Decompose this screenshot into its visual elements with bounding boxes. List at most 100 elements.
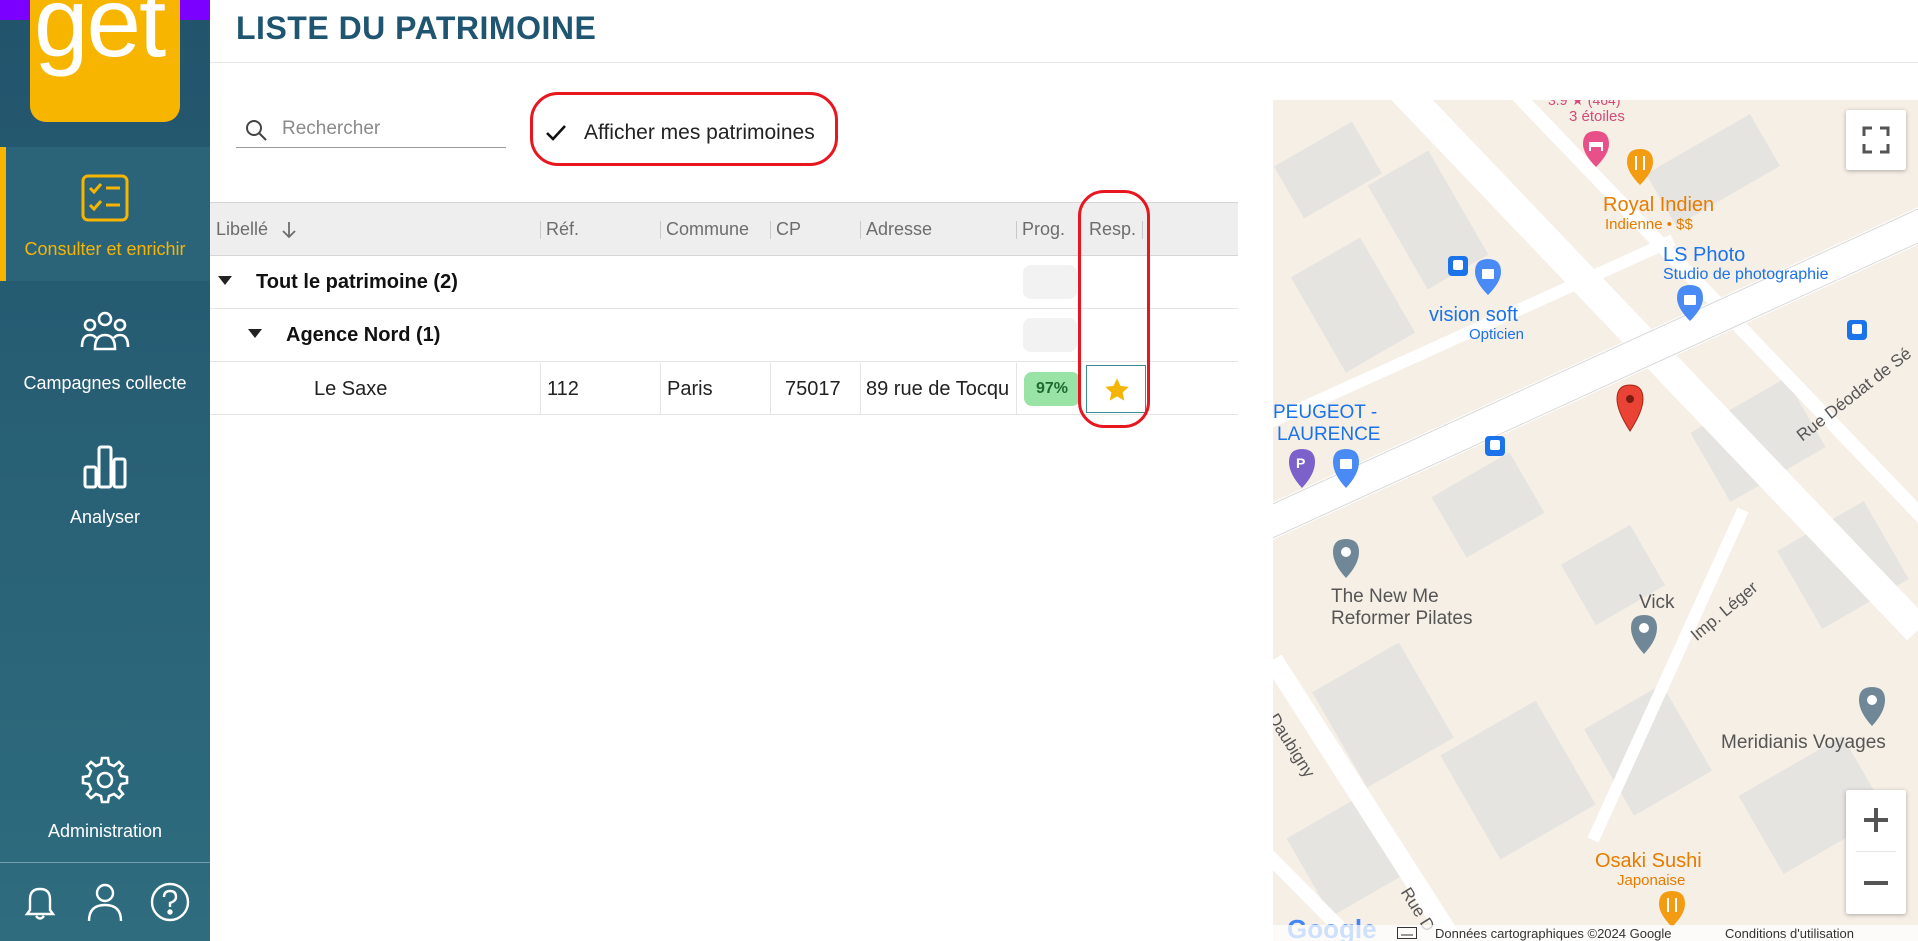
column-separator[interactable]: [1080, 221, 1081, 239]
column-header-ref[interactable]: Réf.: [546, 219, 579, 240]
search-box: [236, 112, 506, 148]
help-icon[interactable]: [148, 880, 192, 924]
sidebar-item-label: Administration: [47, 821, 163, 841]
map-label-ls-photo-sub: Studio de photographie: [1663, 266, 1829, 283]
bus-stop-icon[interactable]: [1485, 436, 1505, 456]
sidebar-item-label: Consulter et enrichir: [24, 239, 186, 259]
column-separator[interactable]: [770, 221, 771, 239]
progress-placeholder: [1023, 318, 1077, 352]
sidebar-item-consulter[interactable]: Consulter et enrichir: [0, 147, 210, 281]
map-label-royal-indien: Royal Indien: [1603, 194, 1715, 216]
sidebar-item-campagnes[interactable]: Campagnes collecte: [0, 281, 210, 415]
my-assets-checkbox[interactable]: Afficher mes patrimoines: [534, 112, 824, 156]
restaurant-pin-icon[interactable]: [1625, 148, 1655, 186]
sidebar: get Consulter et enrichir Campagnes coll…: [0, 0, 210, 941]
column-header-commune[interactable]: Commune: [666, 219, 749, 240]
column-separator[interactable]: [1142, 221, 1143, 239]
map-label-new-me-1: The New Me: [1331, 586, 1439, 607]
map-label-royal-indien-sub: Indienne • $$: [1605, 216, 1693, 233]
shopping-pin-icon[interactable]: [1331, 448, 1361, 490]
bus-stop-icon[interactable]: [1448, 256, 1468, 276]
place-pin-icon[interactable]: [1331, 538, 1361, 580]
sort-ascending-icon[interactable]: [280, 220, 298, 240]
collapse-caret-icon[interactable]: [248, 329, 262, 338]
keyboard-icon[interactable]: [1397, 927, 1417, 939]
sidebar-item-administration[interactable]: Administration: [0, 729, 210, 863]
bell-icon[interactable]: [18, 880, 62, 924]
map-label-peugeot-2: LAURENCE: [1277, 424, 1381, 445]
cell-cp: 75017: [771, 363, 861, 415]
check-icon: [546, 125, 566, 141]
fullscreen-button[interactable]: [1846, 110, 1906, 170]
cell-adresse: 89 rue de Tocqu: [861, 363, 1017, 415]
zoom-in-button[interactable]: [1846, 790, 1906, 851]
map-label-peugeot-1: PEUGEOT -: [1273, 402, 1378, 423]
restaurant-pin-icon[interactable]: [1657, 890, 1687, 928]
parking-pin-icon[interactable]: P: [1287, 448, 1317, 490]
gear-icon: [81, 756, 129, 804]
sidebar-item-analyser[interactable]: Analyser: [0, 415, 210, 549]
column-separator[interactable]: [860, 221, 861, 239]
bus-stop-icon[interactable]: [1847, 320, 1867, 340]
cell-ref: 112: [541, 363, 661, 415]
table-row[interactable]: Le Saxe 112 Paris 75017 89 rue de Tocqu …: [210, 363, 1238, 415]
map-label-hotel-stars: 3 étoiles: [1569, 108, 1625, 125]
map-background: [1273, 100, 1918, 941]
map[interactable]: 3.9 ★ (464) 3 étoiles Royal Indien Indie…: [1273, 100, 1918, 941]
logo-text: get: [34, 0, 166, 77]
star-icon: [1105, 378, 1129, 401]
column-header-prog[interactable]: Prog.: [1022, 219, 1065, 240]
resp-cell[interactable]: [1086, 365, 1146, 413]
column-header-adresse[interactable]: Adresse: [866, 219, 932, 240]
user-icon[interactable]: [83, 880, 127, 924]
column-header-resp[interactable]: Resp.: [1089, 219, 1136, 240]
cell-libelle: Le Saxe: [210, 363, 541, 415]
fullscreen-icon: [1862, 126, 1890, 154]
progress-badge: 97%: [1024, 372, 1080, 406]
map-label-new-me-2: Reformer Pilates: [1331, 608, 1473, 629]
map-label-vick: Vick: [1639, 592, 1675, 613]
zoom-controls: [1846, 790, 1906, 914]
group-label: Tout le patrimoine (2): [256, 271, 458, 293]
map-data-credit[interactable]: Données cartographiques ©2024 Google: [1435, 926, 1672, 941]
map-terms-link[interactable]: Conditions d'utilisation: [1725, 926, 1854, 941]
group-label: Agence Nord (1): [286, 324, 441, 346]
map-label-vision-soft: vision soft: [1429, 304, 1518, 326]
group-row[interactable]: Tout le patrimoine (2): [210, 257, 1238, 309]
map-label-osaki-sub: Japonaise: [1617, 872, 1686, 889]
header-divider: [210, 62, 1918, 63]
page-title: LISTE DU PATRIMOINE: [236, 10, 597, 46]
app-logo[interactable]: get: [30, 0, 180, 122]
zoom-in-icon: [1864, 808, 1888, 832]
map-label-vision-soft-sub: Opticien: [1469, 326, 1525, 343]
checklist-icon: [81, 174, 129, 222]
search-input[interactable]: [282, 114, 502, 144]
column-separator[interactable]: [540, 221, 541, 239]
sidebar-divider: [0, 862, 210, 863]
map-label-ls-photo: LS Photo: [1663, 244, 1746, 266]
map-footer: Données cartographiques ©2024 Google Con…: [1273, 925, 1918, 941]
sidebar-item-label: Campagnes collecte: [23, 373, 187, 393]
group-row[interactable]: Agence Nord (1): [210, 310, 1238, 362]
group-icon: [80, 311, 130, 351]
search-icon: [246, 120, 267, 141]
hotel-pin-icon[interactable]: [1581, 130, 1611, 168]
zoom-out-button[interactable]: [1846, 852, 1906, 914]
location-marker-icon[interactable]: [1615, 384, 1645, 432]
progress-placeholder: [1023, 265, 1077, 299]
table-header: Libellé Réf. Commune CP Adresse Prog. Re…: [210, 202, 1238, 256]
shopping-pin-icon[interactable]: [1473, 258, 1503, 296]
collapse-caret-icon[interactable]: [218, 276, 232, 285]
place-pin-icon[interactable]: [1629, 614, 1659, 656]
sidebar-item-label: Analyser: [69, 507, 141, 527]
place-pin-icon[interactable]: [1857, 686, 1887, 728]
map-label-osaki: Osaki Sushi: [1595, 850, 1702, 872]
column-header-libelle[interactable]: Libellé: [216, 219, 268, 240]
svg-text:P: P: [1296, 455, 1305, 471]
column-separator[interactable]: [1016, 221, 1017, 239]
column-separator[interactable]: [660, 221, 661, 239]
bar-chart-icon: [83, 445, 127, 489]
my-assets-label: Afficher mes patrimoines: [584, 121, 815, 144]
column-header-cp[interactable]: CP: [776, 219, 801, 240]
shopping-pin-icon[interactable]: [1675, 284, 1705, 322]
